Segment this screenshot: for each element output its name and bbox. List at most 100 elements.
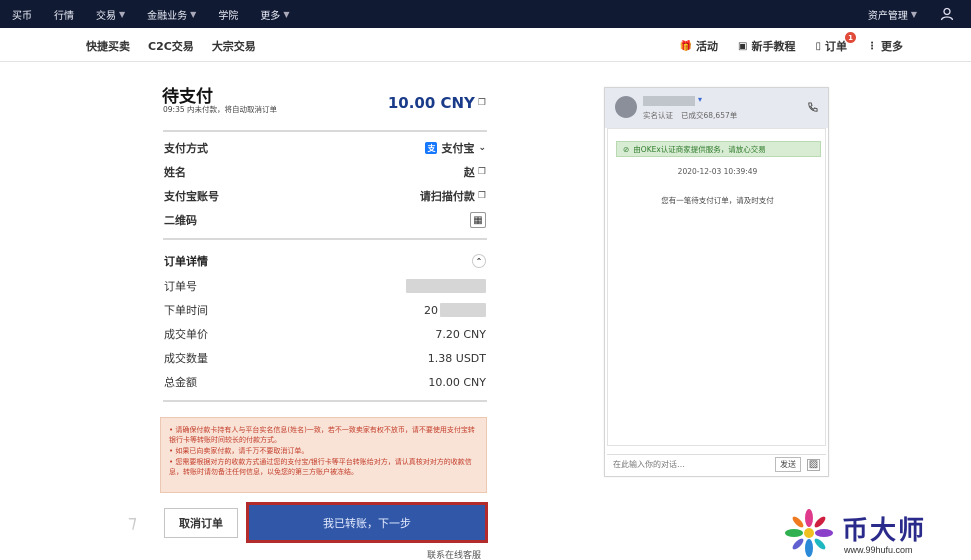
payment-method-select[interactable]: 支支付宝 ⌄ — [425, 140, 486, 156]
copy-icon[interactable]: ❐ — [478, 98, 486, 108]
top-nav-right: 资产管理 ▼ — [856, 0, 971, 28]
nav-asset-management[interactable]: 资产管理 ▼ — [868, 7, 917, 22]
order-time-redacted — [440, 303, 486, 317]
sub-nav: 快捷买卖 C2C交易 大宗交易 🎁 活动 ▣ 新手教程 ▯ 订单 1 ⋮ 更多 — [0, 30, 971, 62]
nav-buy-coin[interactable]: 买币 — [12, 7, 32, 22]
chevron-down-icon: ⌄ — [478, 143, 486, 153]
price-row: 成交单价 7.20 CNY — [160, 322, 490, 346]
order-number-redacted — [406, 279, 486, 293]
copy-icon[interactable]: ❐ — [478, 167, 486, 177]
activity-link[interactable]: 🎁 活动 — [680, 38, 718, 54]
amount-display: 10.00 CNY ❐ — [388, 94, 486, 112]
row-value: 1.38 USDT — [427, 351, 486, 365]
tab-c2c-trade[interactable]: C2C交易 — [148, 38, 194, 54]
nav-academy[interactable]: 学院 — [218, 7, 238, 22]
merchant-name-redacted — [643, 96, 695, 106]
watermark-url: www.99hufu.com — [844, 545, 913, 555]
row-label: 成交单价 — [164, 328, 208, 341]
notice-line: • 您需要根据对方的收款方式通过您的支付宝/银行卡等平台转账给对方，请认真核对对… — [169, 458, 472, 476]
nav-finance[interactable]: 金融业务 ▼ — [147, 7, 196, 22]
qr-code-icon[interactable]: ▦ — [470, 212, 486, 228]
account-value: 请扫描付款 ❐ — [420, 188, 486, 204]
shield-icon: ⊘ — [623, 144, 630, 154]
image-upload-icon[interactable]: ▨ — [807, 458, 820, 471]
account-row: 支付宝账号 请扫描付款 ❐ — [160, 184, 490, 208]
phone-icon[interactable] — [807, 102, 818, 116]
contact-support-link[interactable]: 联系在线客服 — [427, 548, 481, 560]
flower-logo-icon — [785, 509, 833, 557]
chevron-down-icon: ▼ — [190, 9, 197, 19]
send-button[interactable]: 发送 — [775, 457, 801, 472]
payment-title-row: 待支付 09:35 内未付款，将自动取消订单 10.00 CNY ❐ — [160, 78, 490, 122]
sub-nav-right: 🎁 活动 ▣ 新手教程 ▯ 订单 1 ⋮ 更多 — [660, 30, 903, 62]
chevron-down-icon: ▼ — [910, 9, 917, 19]
name-row: 姓名 赵 ❐ — [160, 160, 490, 184]
chevron-up-icon[interactable]: ⌃ — [472, 254, 486, 268]
system-message: 您有一笔待支付订单，请及时支付 — [661, 196, 774, 205]
video-icon: ▣ — [738, 40, 748, 52]
row-label: 总金额 — [164, 376, 197, 389]
orders-link[interactable]: ▯ 订单 1 — [815, 32, 856, 54]
countdown-text: 09:35 内未付款，将自动取消订单 — [163, 105, 277, 114]
row-label: 订单号 — [164, 280, 197, 293]
tutorial-link[interactable]: ▣ 新手教程 — [738, 38, 795, 54]
copy-icon[interactable]: ❐ — [478, 191, 486, 201]
chat-header: ▾ 实名认证 已成交68,657单 — [605, 88, 828, 128]
confirm-transfer-button[interactable]: 我已转账，下一步 — [246, 502, 488, 543]
watermark-logo: 币大师 www.99hufu.com — [784, 508, 964, 558]
order-time-value: 20 — [424, 303, 486, 317]
row-label: 二维码 — [164, 214, 197, 227]
total-row: 总金额 10.00 CNY — [160, 370, 490, 394]
payment-method-row: 支付方式 支支付宝 ⌄ — [160, 136, 490, 160]
nav-more[interactable]: 更多 ▼ — [260, 7, 289, 22]
name-value: 赵 ❐ — [464, 164, 486, 180]
divider — [163, 130, 487, 132]
cancel-order-button[interactable]: 取消订单 — [164, 508, 238, 538]
order-time-row: 下单时间 20 — [160, 298, 490, 322]
document-icon: ▯ — [815, 40, 821, 52]
order-details-header[interactable]: 订单详情 ⌃ — [160, 248, 490, 274]
nav-label: 更多 — [260, 10, 281, 22]
safety-banner: ⊘ 由OKEx认证商家提供服务，请放心交易 — [616, 141, 821, 157]
chat-timestamp: 2020-12-03 10:39:49 — [677, 167, 758, 176]
nav-label: 买币 — [12, 10, 32, 22]
verified-icon: ▾ — [698, 95, 703, 104]
chat-input[interactable]: 在此输入你的对话… — [613, 459, 685, 470]
tab-block-trade[interactable]: 大宗交易 — [212, 38, 256, 54]
notice-line: • 如果已向卖家付款，请千万不要取消订单。 — [169, 447, 309, 455]
row-value: 20 — [424, 303, 438, 317]
more-link[interactable]: ⋮ 更多 — [867, 38, 903, 54]
row-label: 支付方式 — [164, 142, 208, 155]
safety-banner-text: 由OKEx认证商家提供服务，请放心交易 — [633, 144, 766, 154]
more-dots-icon: ⋮ — [867, 40, 877, 52]
top-nav: 买币 行情 交易 ▼ 金融业务 ▼ 学院 更多 ▼ 资产管理 ▼ — [0, 0, 971, 28]
gift-icon: 🎁 — [679, 40, 693, 52]
order-details-title: 订单详情 — [164, 255, 208, 268]
nav-label: 交易 — [96, 10, 116, 22]
qr-row: 二维码 ▦ — [160, 208, 490, 232]
chat-input-actions: 发送 ▨ — [775, 457, 820, 472]
row-value: 赵 — [463, 166, 475, 179]
activity-label: 活动 — [696, 40, 719, 53]
tab-quick-trade[interactable]: 快捷买卖 — [86, 38, 130, 54]
divider — [163, 400, 487, 402]
deal-count: 已成交68,657单 — [681, 111, 738, 120]
decorative-glyph: ⁊ — [128, 512, 137, 533]
payment-panel: 待支付 09:35 内未付款，将自动取消订单 10.00 CNY ❐ 支付方式 … — [160, 78, 490, 402]
row-value: 10.00 CNY — [428, 375, 486, 389]
tutorial-label: 新手教程 — [751, 40, 796, 53]
nav-trade[interactable]: 交易 ▼ — [96, 7, 125, 22]
chat-messages[interactable]: ⊘ 由OKEx认证商家提供服务，请放心交易 2020-12-03 10:39:49… — [607, 128, 826, 446]
watermark-title: 币大师 — [842, 516, 927, 546]
divider — [163, 238, 487, 240]
orders-badge: 1 — [845, 32, 856, 43]
merchant-meta: 实名认证 已成交68,657单 — [643, 110, 745, 121]
nav-market[interactable]: 行情 — [54, 7, 74, 22]
row-label: 成交数量 — [164, 352, 208, 365]
nav-label: 学院 — [218, 10, 239, 22]
nav-label: 金融业务 — [147, 10, 188, 22]
row-value: 支付宝 — [441, 142, 475, 155]
nav-label: 资产管理 — [867, 10, 908, 22]
verified-label: 实名认证 — [643, 111, 673, 120]
user-icon[interactable] — [933, 0, 961, 28]
